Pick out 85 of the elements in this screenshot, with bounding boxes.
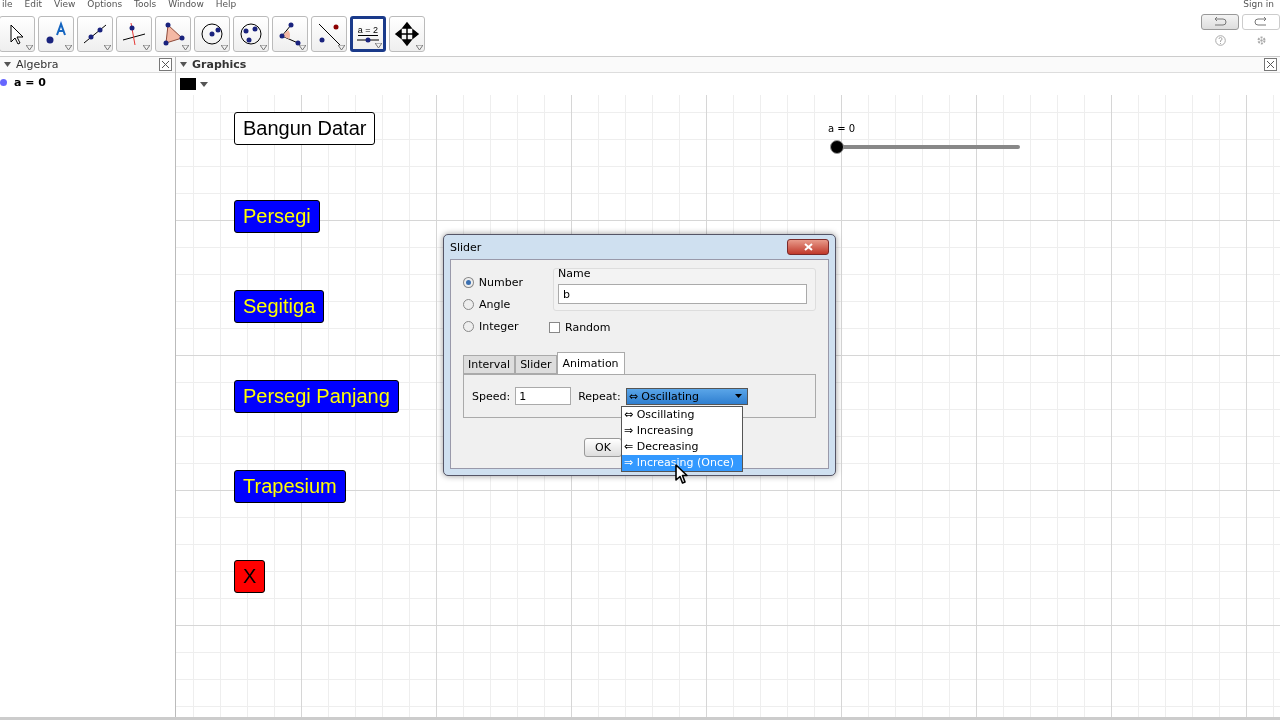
dropdown-triangle-icon bbox=[65, 45, 72, 50]
redo-icon bbox=[1254, 17, 1268, 27]
repeat-label: Repeat: bbox=[578, 389, 621, 403]
menu-item[interactable]: ile bbox=[2, 0, 13, 9]
radio-button[interactable] bbox=[463, 299, 474, 310]
dropdown-triangle-icon bbox=[182, 45, 189, 50]
circle3-tool-button[interactable] bbox=[233, 16, 269, 52]
slider-thumb[interactable] bbox=[830, 140, 844, 154]
checkbox-label: Random bbox=[565, 321, 611, 334]
angle-icon bbox=[277, 21, 303, 47]
name-label: Name bbox=[558, 267, 592, 280]
close-icon bbox=[803, 243, 813, 251]
canvas-button[interactable]: Bangun Datar bbox=[234, 112, 376, 145]
caret-icon bbox=[200, 81, 208, 87]
dropdown-value: ⇔ Oscillating bbox=[628, 389, 700, 403]
collapse-arrow-icon[interactable] bbox=[4, 62, 11, 67]
close-icon[interactable] bbox=[159, 58, 172, 71]
caret-icon bbox=[734, 394, 742, 398]
canvas-button[interactable]: Trapesium bbox=[234, 470, 346, 503]
tab[interactable]: Interval bbox=[463, 355, 516, 374]
menu-item[interactable]: View bbox=[54, 0, 76, 9]
radio-label: Integer bbox=[479, 320, 519, 333]
circle-points-icon bbox=[238, 21, 264, 47]
menu-item[interactable]: Options bbox=[87, 0, 123, 9]
tab[interactable]: Animation bbox=[556, 352, 625, 374]
algebra-entry[interactable]: a = 0 bbox=[14, 76, 46, 89]
radio-label: Angle bbox=[479, 298, 511, 311]
circle-tool-button[interactable] bbox=[194, 16, 230, 52]
color-swatch bbox=[180, 78, 196, 90]
dropdown-triangle-icon bbox=[143, 45, 150, 50]
dropdown-triangle-icon bbox=[416, 45, 423, 50]
radio-button[interactable] bbox=[463, 321, 474, 332]
canvas-button[interactable]: X bbox=[234, 560, 266, 593]
canvas-button[interactable]: Segitiga bbox=[234, 290, 325, 323]
perpendicular-line-icon bbox=[121, 21, 147, 47]
ok-button[interactable]: OK bbox=[584, 438, 622, 457]
panel-title: Graphics bbox=[192, 58, 247, 71]
menu-item[interactable]: Window bbox=[168, 0, 204, 9]
color-button[interactable] bbox=[180, 78, 208, 90]
pan-tool-button[interactable] bbox=[389, 16, 425, 52]
dropdown-triangle-icon bbox=[299, 45, 306, 50]
circle-icon bbox=[199, 21, 225, 47]
undo-button[interactable] bbox=[1201, 14, 1239, 30]
tab[interactable]: Slider bbox=[515, 355, 557, 374]
canvas-button[interactable]: Persegi Panjang bbox=[234, 380, 399, 413]
reflect-tool-button[interactable] bbox=[311, 16, 347, 52]
repeat-dropdown[interactable]: ⇔ Oscillating bbox=[625, 387, 748, 405]
dropdown-option[interactable]: ⇐ Decreasing bbox=[622, 439, 742, 455]
close-button[interactable] bbox=[787, 239, 829, 255]
perpendicular-tool-button[interactable] bbox=[116, 16, 152, 52]
polygon-tool-button[interactable] bbox=[155, 16, 191, 52]
canvas-button[interactable]: Persegi bbox=[234, 200, 320, 233]
reflect-line-icon bbox=[316, 21, 342, 47]
tool-label: a = 2 bbox=[357, 25, 379, 36]
dropdown-triangle-icon bbox=[26, 45, 33, 50]
slider-tool-button[interactable]: a = 2 bbox=[350, 16, 386, 52]
object-dot[interactable] bbox=[0, 79, 7, 86]
angle-tool-button[interactable] bbox=[272, 16, 308, 52]
move-tool-button[interactable] bbox=[0, 16, 35, 52]
radio-button[interactable] bbox=[463, 277, 474, 288]
panel-title: Algebra bbox=[16, 58, 59, 71]
menu-item[interactable]: Tools bbox=[134, 0, 157, 9]
dropdown-option[interactable]: ⇒ Increasing bbox=[622, 423, 742, 439]
dropdown-triangle-icon bbox=[375, 43, 382, 48]
dropdown-triangle-icon bbox=[221, 45, 228, 50]
menu-item[interactable]: Help bbox=[215, 0, 237, 9]
radio-label: Number bbox=[478, 276, 523, 289]
checkbox[interactable] bbox=[549, 322, 560, 333]
dropdown-triangle-icon bbox=[338, 45, 345, 50]
line-tool-button[interactable] bbox=[77, 16, 113, 52]
collapse-arrow-icon[interactable] bbox=[180, 62, 187, 67]
dialog-title: Slider bbox=[450, 240, 482, 254]
speed-label: Speed: bbox=[472, 389, 511, 403]
menu-item[interactable]: Edit bbox=[24, 0, 42, 9]
name-field[interactable]: b bbox=[558, 284, 807, 304]
slider-icon bbox=[356, 37, 380, 43]
close-icon[interactable] bbox=[1264, 58, 1277, 71]
undo-icon bbox=[1213, 17, 1227, 27]
sign-in-link[interactable]: Sign in bbox=[1243, 0, 1274, 9]
dropdown-triangle-icon bbox=[260, 45, 267, 50]
slider-label: a = 0 bbox=[828, 123, 856, 134]
dropdown-option[interactable]: ⇔ Oscillating bbox=[622, 407, 742, 423]
dropdown-triangle-icon bbox=[104, 45, 111, 50]
speed-field[interactable]: 1 bbox=[515, 387, 572, 405]
point-tool-button[interactable] bbox=[38, 16, 74, 52]
